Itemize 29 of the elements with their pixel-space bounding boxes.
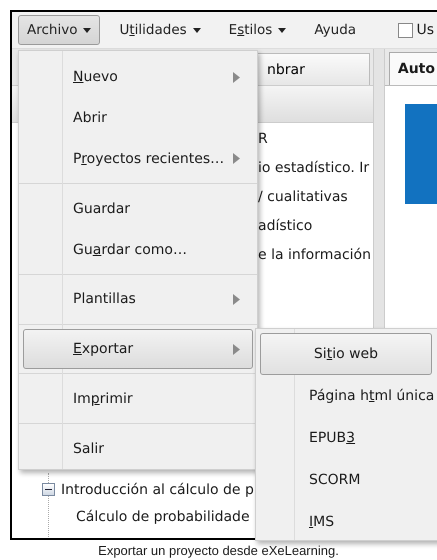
tree-item[interactable]: io estadístico. Ir <box>258 160 370 176</box>
tree-item[interactable]: Cálculo de probabilidade <box>76 508 250 524</box>
checkbox[interactable] <box>398 22 414 38</box>
tree-item[interactable]: e la información <box>258 247 371 263</box>
menu-button[interactable]: Archivo <box>18 15 100 45</box>
tree-item[interactable]: adístico <box>258 218 312 234</box>
menu-button[interactable]: Estilos <box>220 15 296 45</box>
menu-item[interactable]: IMS <box>260 501 434 540</box>
checkbox-label: Us <box>416 22 434 38</box>
menu-item[interactable]: EPUB3 <box>260 417 434 459</box>
collapse-icon[interactable] <box>42 483 55 496</box>
tree-item[interactable]: R <box>258 131 268 147</box>
menu-item[interactable]: Guardar <box>23 188 253 230</box>
tree-item[interactable]: / cualitativas <box>258 189 348 205</box>
menu-item[interactable]: Sitio web <box>260 333 432 375</box>
menu-item[interactable]: SCORM <box>260 459 434 501</box>
menu-item[interactable]: Página html única <box>260 375 434 417</box>
tree-item[interactable]: Introducción al cálculo de p <box>61 482 254 498</box>
menu-item[interactable]: Plantillas <box>23 278 253 320</box>
menu-item[interactable]: Guardar como… <box>23 229 253 270</box>
menu-item[interactable]: Exportar <box>23 328 253 370</box>
menu-item[interactable]: Abrir <box>23 98 253 139</box>
menu-button[interactable]: Ayuda <box>305 15 366 45</box>
menu-button[interactable]: Utilidades <box>110 15 210 45</box>
caption: Exportar un proyecto desde eXeLearning. <box>98 543 339 558</box>
menu-item[interactable]: Salir <box>23 428 253 470</box>
tab[interactable]: Auto <box>388 52 437 85</box>
menu-item[interactable]: Imprimir <box>23 378 253 420</box>
menu-item[interactable]: Proyectos recientes… <box>23 138 253 180</box>
